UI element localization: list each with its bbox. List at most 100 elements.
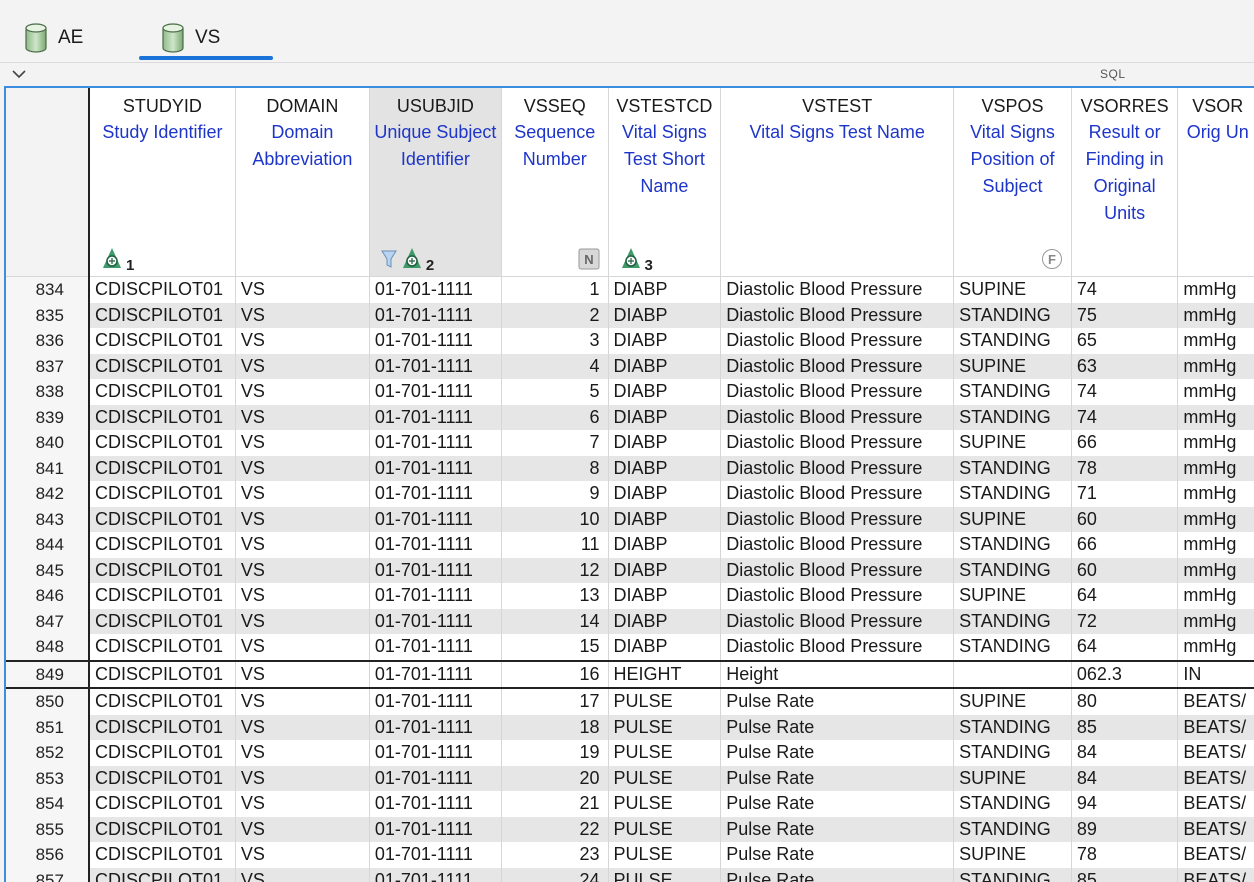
table-row[interactable]: 854CDISCPILOT01VS01-701-111121PULSEPulse… — [6, 791, 1254, 817]
cell-studyid[interactable]: CDISCPILOT01 — [89, 405, 235, 431]
cell-vstestcd[interactable]: PULSE — [608, 766, 721, 792]
cell-domain[interactable]: VS — [235, 456, 369, 482]
cell-domain[interactable]: VS — [235, 354, 369, 380]
cell-vstest[interactable]: Diastolic Blood Pressure — [721, 379, 954, 405]
cell-vsorres[interactable]: 66 — [1071, 430, 1178, 456]
cell-usubjid[interactable]: 01-701-1111 — [369, 766, 501, 792]
cell-vstestcd[interactable]: PULSE — [608, 740, 721, 766]
column-header-usubjid[interactable]: USUBJIDUnique Subject Identifier2 — [369, 88, 501, 277]
tab-ae[interactable]: AE — [24, 18, 134, 58]
cell-vspos[interactable]: STANDING — [954, 303, 1072, 329]
cell-vspos[interactable]: STANDING — [954, 558, 1072, 584]
table-row[interactable]: 853CDISCPILOT01VS01-701-111120PULSEPulse… — [6, 766, 1254, 792]
cell-domain[interactable]: VS — [235, 303, 369, 329]
row-number[interactable]: 850 — [6, 688, 89, 715]
cell-vsseq[interactable]: 20 — [501, 766, 608, 792]
table-row[interactable]: 844CDISCPILOT01VS01-701-111111DIABPDiast… — [6, 532, 1254, 558]
cell-vstest[interactable]: Diastolic Blood Pressure — [721, 583, 954, 609]
cell-domain[interactable]: VS — [235, 842, 369, 868]
cell-vsorres[interactable]: 74 — [1071, 277, 1178, 303]
cell-vspos[interactable]: SUPINE — [954, 354, 1072, 380]
cell-vstest[interactable]: Diastolic Blood Pressure — [721, 634, 954, 661]
cell-vspos[interactable]: SUPINE — [954, 507, 1072, 533]
cell-vsor[interactable]: BEATS/ — [1178, 842, 1254, 868]
cell-vsorres[interactable]: 71 — [1071, 481, 1178, 507]
cell-studyid[interactable]: CDISCPILOT01 — [89, 507, 235, 533]
cell-vsor[interactable]: BEATS/ — [1178, 715, 1254, 741]
cell-domain[interactable]: VS — [235, 583, 369, 609]
cell-studyid[interactable]: CDISCPILOT01 — [89, 715, 235, 741]
cell-vsor[interactable]: IN — [1178, 661, 1254, 689]
cell-studyid[interactable]: CDISCPILOT01 — [89, 817, 235, 843]
cell-domain[interactable]: VS — [235, 766, 369, 792]
table-row[interactable]: 852CDISCPILOT01VS01-701-111119PULSEPulse… — [6, 740, 1254, 766]
table-row[interactable]: 838CDISCPILOT01VS01-701-11115DIABPDiasto… — [6, 379, 1254, 405]
cell-vsseq[interactable]: 10 — [501, 507, 608, 533]
cell-domain[interactable]: VS — [235, 661, 369, 689]
cell-vsseq[interactable]: 9 — [501, 481, 608, 507]
row-number[interactable]: 841 — [6, 456, 89, 482]
cell-vsseq[interactable]: 17 — [501, 688, 608, 715]
cell-usubjid[interactable]: 01-701-1111 — [369, 634, 501, 661]
cell-studyid[interactable]: CDISCPILOT01 — [89, 379, 235, 405]
cell-usubjid[interactable]: 01-701-1111 — [369, 740, 501, 766]
row-number[interactable]: 848 — [6, 634, 89, 661]
table-row[interactable]: 840CDISCPILOT01VS01-701-11117DIABPDiasto… — [6, 430, 1254, 456]
row-header-corner[interactable] — [6, 88, 89, 277]
row-number[interactable]: 847 — [6, 609, 89, 635]
cell-vsorres[interactable]: 72 — [1071, 609, 1178, 635]
cell-vsseq[interactable]: 12 — [501, 558, 608, 584]
cell-domain[interactable]: VS — [235, 481, 369, 507]
cell-vsseq[interactable]: 15 — [501, 634, 608, 661]
cell-vsorres[interactable]: 74 — [1071, 379, 1178, 405]
cell-vstest[interactable]: Diastolic Blood Pressure — [721, 405, 954, 431]
cell-usubjid[interactable]: 01-701-1111 — [369, 791, 501, 817]
cell-vsseq[interactable]: 18 — [501, 715, 608, 741]
cell-vsor[interactable]: mmHg — [1178, 532, 1254, 558]
cell-vsorres[interactable]: 78 — [1071, 842, 1178, 868]
cell-vstestcd[interactable]: PULSE — [608, 817, 721, 843]
column-header-vstest[interactable]: VSTESTVital Signs Test Name — [721, 88, 954, 277]
column-header-vsseq[interactable]: VSSEQSequence NumberN — [501, 88, 608, 277]
cell-vsseq[interactable]: 21 — [501, 791, 608, 817]
cell-vsorres[interactable]: 89 — [1071, 817, 1178, 843]
cell-domain[interactable]: VS — [235, 405, 369, 431]
cell-studyid[interactable]: CDISCPILOT01 — [89, 791, 235, 817]
cell-studyid[interactable]: CDISCPILOT01 — [89, 532, 235, 558]
sql-label[interactable]: SQL — [1100, 67, 1126, 81]
cell-vstest[interactable]: Diastolic Blood Pressure — [721, 532, 954, 558]
cell-usubjid[interactable]: 01-701-1111 — [369, 328, 501, 354]
cell-studyid[interactable]: CDISCPILOT01 — [89, 609, 235, 635]
cell-vsor[interactable]: mmHg — [1178, 456, 1254, 482]
row-number[interactable]: 842 — [6, 481, 89, 507]
cell-vstest[interactable]: Pulse Rate — [721, 817, 954, 843]
cell-vspos[interactable]: STANDING — [954, 379, 1072, 405]
cell-vstestcd[interactable]: DIABP — [608, 507, 721, 533]
cell-vspos[interactable]: SUPINE — [954, 430, 1072, 456]
cell-domain[interactable]: VS — [235, 715, 369, 741]
cell-studyid[interactable]: CDISCPILOT01 — [89, 303, 235, 329]
cell-vsor[interactable]: BEATS/ — [1178, 766, 1254, 792]
cell-vsorres[interactable]: 60 — [1071, 558, 1178, 584]
cell-domain[interactable]: VS — [235, 740, 369, 766]
row-number[interactable]: 856 — [6, 842, 89, 868]
cell-vsseq[interactable]: 4 — [501, 354, 608, 380]
table-row[interactable]: 841CDISCPILOT01VS01-701-11118DIABPDiasto… — [6, 456, 1254, 482]
cell-vsor[interactable]: mmHg — [1178, 303, 1254, 329]
cell-usubjid[interactable]: 01-701-1111 — [369, 558, 501, 584]
cell-vstest[interactable]: Diastolic Blood Pressure — [721, 558, 954, 584]
cell-vstest[interactable]: Pulse Rate — [721, 715, 954, 741]
cell-usubjid[interactable]: 01-701-1111 — [369, 583, 501, 609]
cell-vspos[interactable]: STANDING — [954, 740, 1072, 766]
cell-vstest[interactable]: Pulse Rate — [721, 791, 954, 817]
cell-vstestcd[interactable]: DIABP — [608, 558, 721, 584]
cell-vsseq[interactable]: 5 — [501, 379, 608, 405]
cell-usubjid[interactable]: 01-701-1111 — [369, 379, 501, 405]
cell-vstest[interactable]: Height — [721, 661, 954, 689]
cell-vsor[interactable]: mmHg — [1178, 583, 1254, 609]
cell-domain[interactable]: VS — [235, 277, 369, 303]
cell-vspos[interactable]: STANDING — [954, 405, 1072, 431]
table-row[interactable]: 839CDISCPILOT01VS01-701-11116DIABPDiasto… — [6, 405, 1254, 431]
cell-vsseq[interactable]: 1 — [501, 277, 608, 303]
cell-vstestcd[interactable]: PULSE — [608, 842, 721, 868]
